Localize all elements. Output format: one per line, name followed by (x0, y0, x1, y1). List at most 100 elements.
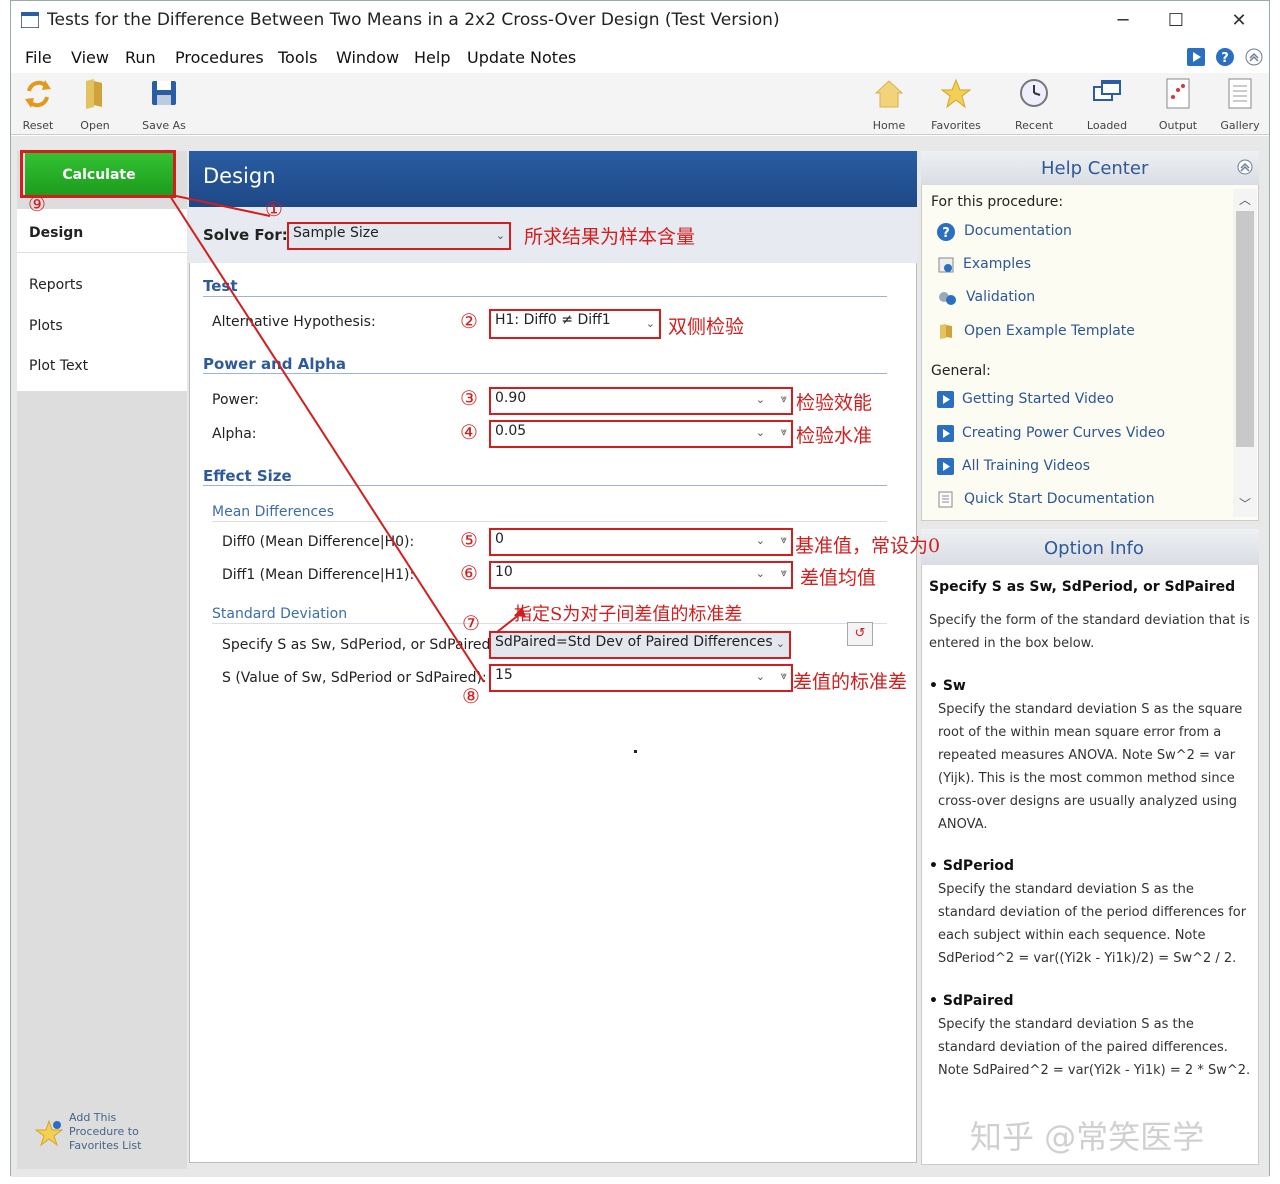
help-scrollbar[interactable]: ︿ ﹀ (1233, 189, 1257, 517)
design-header (189, 151, 917, 207)
recent-button[interactable]: Recent (1004, 77, 1064, 132)
help-link-getting-started-video[interactable]: Getting Started Video (962, 391, 1114, 407)
double-chevron-icon[interactable]: ⩔ (781, 669, 787, 683)
menu-help[interactable]: Help (414, 48, 450, 67)
option-item-sw-name: • Sw (929, 678, 966, 694)
scroll-up-icon[interactable]: ︿ (1239, 191, 1251, 208)
help-link-quick-start[interactable]: Quick Start Documentation (964, 491, 1155, 507)
procedure-heading: For this procedure: (931, 194, 1064, 210)
menu-update-notes[interactable]: Update Notes (467, 48, 576, 67)
marker-6: ⑥ (460, 561, 478, 585)
gallery-button[interactable]: Gallery (1210, 77, 1270, 132)
save-as-button[interactable]: Save As (134, 77, 194, 132)
double-chevron-icon[interactable]: ⩔ (781, 566, 787, 580)
svg-text:?: ? (942, 226, 950, 241)
marker-4: ④ (460, 420, 478, 444)
app-icon (21, 12, 39, 28)
option-item-sdpaired-name: • SdPaired (929, 993, 1014, 1009)
marker-8: ⑧ (462, 684, 480, 708)
nav-item-plot-text[interactable]: Plot Text (29, 358, 88, 374)
section-test: Test (203, 277, 238, 295)
favorites-label: Favorites (931, 119, 981, 132)
video-icon (937, 391, 954, 408)
option-item-sdperiod-text: Specify the standard deviation S as the … (938, 882, 1247, 966)
option-item-sdperiod: SdPeriod (942, 858, 1015, 874)
diff1-value: 10 (495, 564, 513, 580)
nav-item-reports[interactable]: Reports (29, 277, 83, 293)
section-rule (203, 296, 887, 297)
option-info-title: Option Info (1044, 538, 1144, 559)
alt-hyp-select[interactable]: H1: Diff0 ≠ Diff1 ⌄ (489, 309, 661, 339)
menu-view[interactable]: View (71, 48, 109, 67)
help-link-documentation[interactable]: Documentation (964, 223, 1072, 239)
annotation-specify-s: 指定S为对子间差值的标准差 (514, 604, 743, 625)
collapse-icon[interactable] (1237, 159, 1253, 175)
scroll-down-icon[interactable]: ﹀ (1239, 495, 1251, 512)
help-link-all-training-videos[interactable]: All Training Videos (962, 458, 1090, 474)
favorites-button[interactable]: Favorites (926, 77, 986, 132)
open-label: Open (80, 119, 110, 132)
marker-2: ② (460, 309, 478, 333)
close-button[interactable]: ✕ (1219, 7, 1259, 35)
help-link-validation[interactable]: Validation (966, 289, 1035, 305)
loaded-button[interactable]: Loaded (1077, 77, 1137, 132)
chevron-down-icon: ⌄ (495, 229, 505, 242)
chevron-down-icon: ⌄ (755, 567, 765, 580)
maximize-button[interactable]: ☐ (1156, 7, 1196, 35)
diff1-input[interactable]: 10 ⌄ ⩔ (489, 561, 793, 589)
chevron-down-icon: ⌄ (775, 637, 785, 650)
help-link-power-curves-video[interactable]: Creating Power Curves Video (962, 425, 1165, 441)
option-info-heading: Specify S as Sw, SdPeriod, or SdPaired (929, 579, 1236, 595)
diff0-input[interactable]: 0 ⌄ ⩔ (489, 528, 793, 556)
gallery-label: Gallery (1220, 119, 1260, 132)
double-chevron-icon[interactable]: ⩔ (781, 533, 787, 547)
solve-for-select[interactable]: Sample Size ⌄ (287, 222, 511, 250)
scrollbar-thumb[interactable] (1236, 211, 1254, 447)
double-chevron-icon[interactable]: ⩔ (781, 392, 787, 406)
specify-s-value: SdPaired=Std Dev of Paired Differences (495, 634, 773, 650)
stray-dot (634, 750, 637, 753)
reset-field-icon[interactable]: ↺ (847, 622, 873, 646)
recent-label: Recent (1014, 119, 1054, 132)
design-title: Design (203, 164, 276, 188)
menu-window[interactable]: Window (336, 48, 399, 67)
favorites-star-icon[interactable] (35, 1119, 63, 1147)
menu-run[interactable]: Run (125, 48, 156, 67)
collapse-ribbon-icon[interactable] (1245, 48, 1263, 66)
menu-procedures[interactable]: Procedures (175, 48, 264, 67)
nav-item-plots[interactable]: Plots (29, 318, 63, 334)
document-icon (938, 491, 953, 508)
open-button[interactable]: Open (65, 77, 125, 132)
option-info-intro: Specify the form of the standard deviati… (929, 613, 1250, 651)
alpha-input[interactable]: 0.05 ⌄ ⩔ (489, 420, 793, 448)
loaded-icon (1093, 80, 1121, 101)
minimize-button[interactable]: ─ (1103, 7, 1143, 35)
help-link-examples[interactable]: Examples (963, 256, 1031, 272)
subsection-mean-differences: Mean Differences (212, 504, 335, 520)
double-chevron-icon[interactable]: ⩔ (781, 425, 787, 439)
star-icon (941, 78, 971, 109)
annotation-sample-size: 所求结果为样本含量 (524, 226, 696, 248)
help-icon[interactable]: ? (1216, 48, 1234, 66)
home-button[interactable]: Home (859, 77, 919, 132)
s-value-input[interactable]: 15 ⌄ ⩔ (489, 664, 793, 692)
option-item-sdperiod-name: • SdPeriod (929, 858, 1015, 874)
nav-item-design[interactable]: Design (29, 225, 83, 241)
add-favorites-link[interactable]: Add This Procedure to Favorites List (69, 1111, 169, 1153)
general-heading: General: (931, 363, 991, 379)
window-title: Tests for the Difference Between Two Mea… (47, 10, 780, 30)
output-button[interactable]: Output (1148, 77, 1208, 132)
menu-tools[interactable]: Tools (278, 48, 317, 67)
alpha-value: 0.05 (495, 423, 527, 439)
reset-button[interactable]: Reset (8, 77, 68, 132)
video-icon[interactable] (1187, 48, 1205, 66)
reset-icon (25, 80, 51, 108)
help-link-open-example-template[interactable]: Open Example Template (964, 323, 1135, 339)
gallery-icon (1228, 78, 1252, 109)
option-item-sdpaired: SdPaired (942, 993, 1014, 1009)
power-input[interactable]: 0.90 ⌄ ⩔ (489, 387, 793, 415)
option-item-sw: Sw (942, 678, 966, 694)
specify-s-select[interactable]: SdPaired=Std Dev of Paired Differences ⌄ (489, 631, 791, 659)
menu-file[interactable]: File (25, 48, 52, 67)
marker-3: ③ (460, 386, 478, 410)
